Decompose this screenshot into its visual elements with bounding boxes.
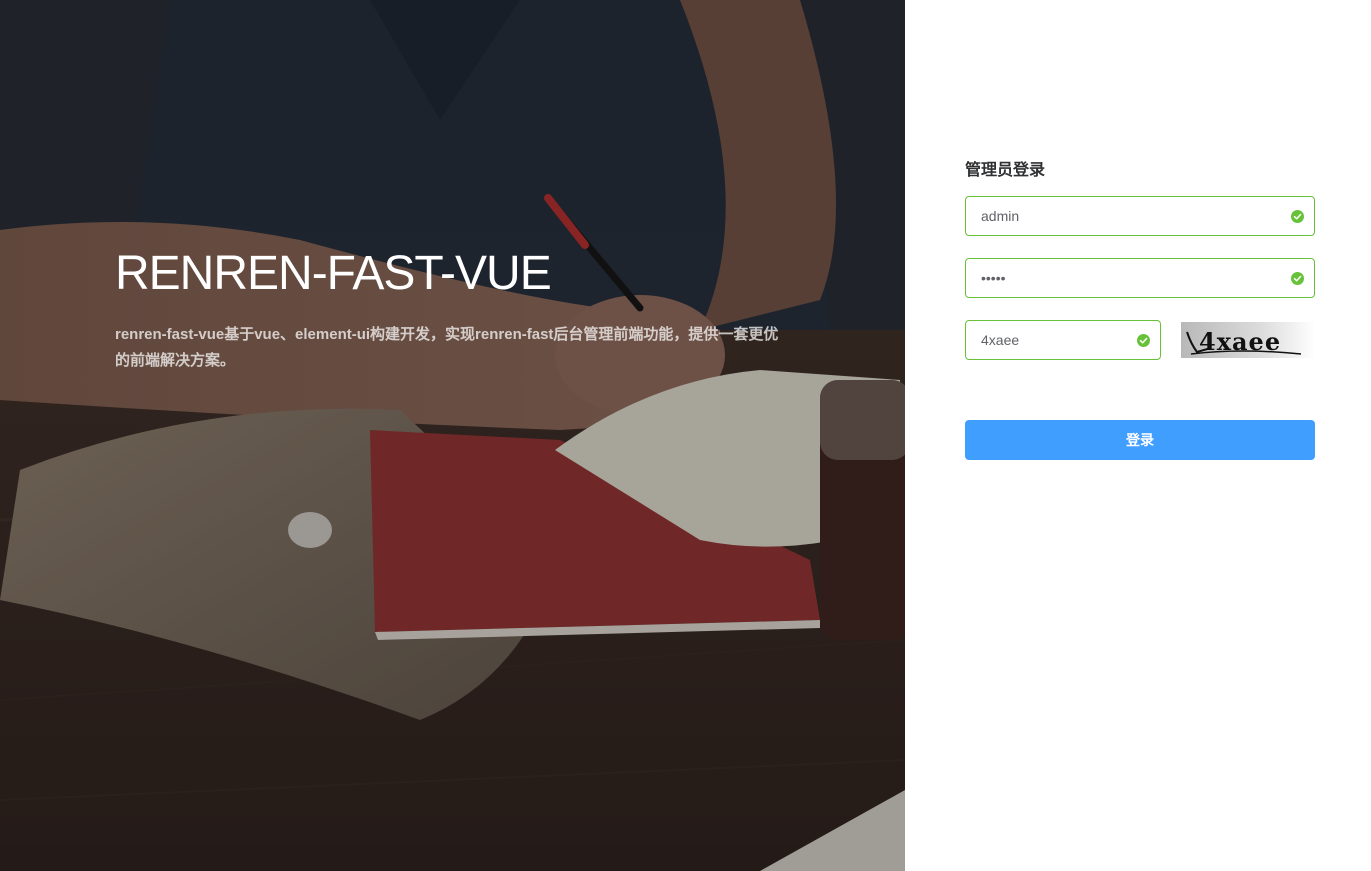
captcha-input[interactable]	[966, 321, 1160, 359]
valid-check-icon	[1137, 334, 1150, 347]
hero-panel: RENREN-FAST-VUE renren-fast-vue基于vue、ele…	[0, 0, 905, 871]
hero-dark-overlay	[0, 0, 905, 871]
password-input[interactable]	[966, 259, 1314, 297]
login-panel: 管理员登录 admin ••••• 4xaee 4xaee 登录	[905, 0, 1371, 871]
hero-title: RENREN-FAST-VUE	[115, 247, 552, 300]
login-title: 管理员登录	[965, 162, 1046, 179]
valid-check-icon	[1291, 210, 1304, 223]
password-field	[965, 258, 1315, 298]
username-input[interactable]	[966, 197, 1314, 235]
hero-description: renren-fast-vue基于vue、element-ui构建开发，实现re…	[115, 326, 779, 369]
login-page: RENREN-FAST-VUE renren-fast-vue基于vue、ele…	[0, 0, 1371, 871]
login-button[interactable]: 登录	[965, 420, 1315, 460]
captcha-image[interactable]: 4xaee	[1181, 322, 1315, 358]
username-field	[965, 196, 1315, 236]
captcha-field	[965, 320, 1161, 360]
valid-check-icon	[1291, 272, 1304, 285]
